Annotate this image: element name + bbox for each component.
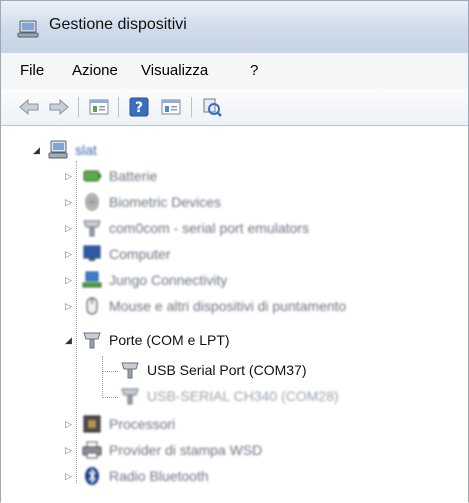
tree-item-usb-serial-ch340-com28[interactable]: USB-SERIAL CH340 (COM28) — [1, 386, 461, 408]
help-icon[interactable]: ? — [127, 95, 151, 119]
expand-arrow-icon[interactable]: ▷ — [65, 420, 75, 430]
menu-azione[interactable]: Azione — [72, 62, 118, 79]
tree-item-label: Jungo Connectivity — [109, 272, 228, 288]
menu-bar: File Azione Visualizza ? — [1, 53, 468, 90]
tree-item-batterie[interactable]: ▷ Batterie — [1, 166, 461, 188]
port-icon — [121, 362, 139, 379]
tree-item-label: Biometric Devices — [109, 194, 222, 210]
tree-item-label: USB Serial Port (COM37) — [147, 362, 307, 378]
tree-root[interactable]: ◢ slat — [1, 140, 461, 162]
toolbar-separator — [78, 97, 79, 117]
tree-item-processori[interactable]: ▷ Processori — [1, 414, 461, 436]
menu-visualizza[interactable]: Visualizza — [141, 62, 208, 79]
tree-item-jungo-connectivity[interactable]: ▷ Jungo Connectivity — [1, 270, 461, 292]
svg-text:?: ? — [135, 100, 143, 116]
tree-item-label: USB-SERIAL CH340 (COM28) — [147, 388, 339, 404]
menu-help[interactable]: ? — [250, 62, 258, 79]
tree-item-label: Porte (COM e LPT) — [109, 332, 230, 348]
collapse-arrow-icon[interactable]: ◢ — [65, 336, 75, 346]
window-title: Gestione dispositivi — [49, 16, 187, 33]
processor-icon — [83, 415, 101, 433]
fingerprint-icon — [85, 193, 99, 211]
tree-item-computer[interactable]: ▷ Computer — [1, 244, 461, 266]
device-tree: ◢ slat ▷ Batterie ▷ Biometric Devices ▷ … — [1, 126, 468, 503]
expand-arrow-icon[interactable]: ▷ — [65, 198, 75, 208]
computer-icon — [48, 140, 68, 159]
toolbar-separator — [191, 97, 192, 117]
port-icon — [121, 388, 139, 405]
tree-item-usb-serial-port-com37[interactable]: USB Serial Port (COM37) — [1, 360, 461, 382]
tree-item-label: Computer — [109, 246, 171, 262]
back-arrow-icon[interactable] — [17, 95, 41, 119]
forward-arrow-icon[interactable] — [47, 95, 71, 119]
bluetooth-icon — [85, 467, 99, 485]
expand-arrow-icon[interactable]: ▷ — [65, 472, 75, 482]
monitor-icon — [83, 245, 101, 261]
properties-icon[interactable] — [87, 95, 111, 119]
printer-icon — [82, 441, 102, 459]
expand-arrow-icon[interactable]: ▷ — [65, 446, 75, 456]
tree-item-provider-stampa-wsd[interactable]: ▷ Provider di stampa WSD — [1, 440, 461, 462]
expand-arrow-icon[interactable]: ▷ — [65, 172, 75, 182]
title-bar[interactable]: Gestione dispositivi — [1, 1, 468, 53]
mouse-icon — [86, 297, 98, 315]
toolbar-separator — [118, 97, 119, 117]
port-icon — [83, 220, 101, 237]
tree-item-radio-bluetooth[interactable]: ▷ Radio Bluetooth — [1, 466, 461, 488]
network-icon — [82, 271, 102, 288]
toolbar: ? — [1, 89, 468, 126]
update-driver-icon[interactable] — [159, 95, 183, 119]
scan-hardware-icon[interactable] — [200, 95, 224, 119]
device-manager-icon — [17, 20, 39, 38]
expand-arrow-icon[interactable]: ▷ — [65, 250, 75, 260]
menu-file[interactable]: File — [20, 62, 44, 79]
port-icon — [83, 332, 101, 349]
tree-item-label: com0com - serial port emulators — [109, 220, 309, 236]
tree-item-com0com[interactable]: ▷ com0com - serial port emulators — [1, 218, 461, 240]
tree-root-label: slat — [75, 142, 97, 158]
tree-item-label: Radio Bluetooth — [109, 468, 209, 484]
expand-arrow-icon[interactable]: ▷ — [65, 276, 75, 286]
tree-item-porte[interactable]: ◢ Porte (COM e LPT) — [1, 330, 461, 352]
tree-item-label: Batterie — [109, 168, 158, 184]
tree-item-mouse[interactable]: ▷ Mouse e altri dispositivi di puntament… — [1, 296, 461, 318]
tree-item-label: Mouse e altri dispositivi di puntamento — [109, 298, 347, 314]
device-manager-window: Gestione dispositivi File Azione Visuali… — [0, 0, 469, 503]
expand-arrow-icon[interactable]: ▷ — [65, 224, 75, 234]
expand-arrow-icon[interactable]: ▷ — [65, 302, 75, 312]
tree-item-label: Processori — [109, 416, 176, 432]
tree-item-label: Provider di stampa WSD — [109, 442, 263, 458]
battery-icon — [83, 170, 101, 182]
collapse-arrow-icon[interactable]: ◢ — [33, 146, 43, 156]
tree-item-biometric-devices[interactable]: ▷ Biometric Devices — [1, 192, 461, 214]
